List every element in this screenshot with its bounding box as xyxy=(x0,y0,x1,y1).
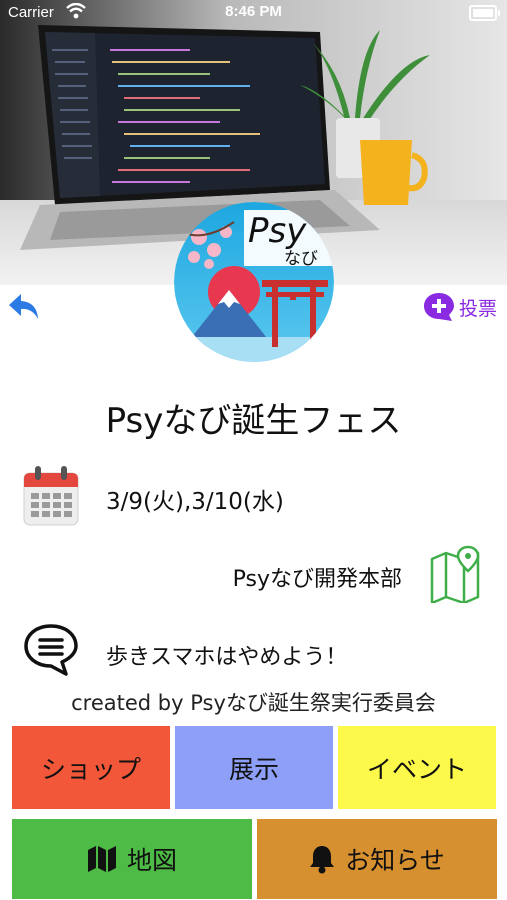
exhibit-button-label: 展示 xyxy=(228,754,279,784)
psy-navi-logo: Psy なび xyxy=(174,202,334,362)
vote-button[interactable]: 投票 xyxy=(422,290,497,324)
map-button[interactable]: 地図 xyxy=(12,819,252,899)
chat-bubble-icon xyxy=(22,622,80,682)
back-button[interactable] xyxy=(6,290,42,324)
map-icon xyxy=(87,846,116,872)
event-place: Psyなび開発本部 xyxy=(232,567,402,592)
vote-label: 投票 xyxy=(458,297,497,320)
news-button[interactable]: お知らせ xyxy=(257,819,497,899)
news-button-label: お知らせ xyxy=(345,846,445,875)
clock: 8:46 PM xyxy=(225,3,282,20)
event-date: 3/9(火),3/10(水) xyxy=(106,489,284,515)
event-title: Psyなび誕生フェス xyxy=(105,401,402,441)
status-bar: Carrier 8:46 PM xyxy=(0,0,507,24)
shop-button[interactable]: ショップ xyxy=(12,726,170,809)
event-button[interactable]: イベント xyxy=(338,726,496,809)
battery-icon xyxy=(469,5,500,21)
map-location-icon[interactable] xyxy=(428,545,484,607)
notice-text: 歩きスマホはやめよう！ xyxy=(106,645,348,670)
add-comment-icon xyxy=(423,293,454,321)
event-button-label: イベント xyxy=(366,754,467,784)
bell-icon xyxy=(310,846,335,874)
calendar-icon xyxy=(22,465,80,531)
map-button-label: 地図 xyxy=(126,846,177,875)
credit-text: created by Psyなび誕生祭実行委員会 xyxy=(71,691,436,715)
back-arrow-icon xyxy=(9,294,38,319)
exhibit-button[interactable]: 展示 xyxy=(175,726,333,809)
logo-text-main: Psy xyxy=(248,211,307,251)
shop-button-label: ショップ xyxy=(40,754,141,784)
logo-text-sub: なび xyxy=(284,249,318,269)
